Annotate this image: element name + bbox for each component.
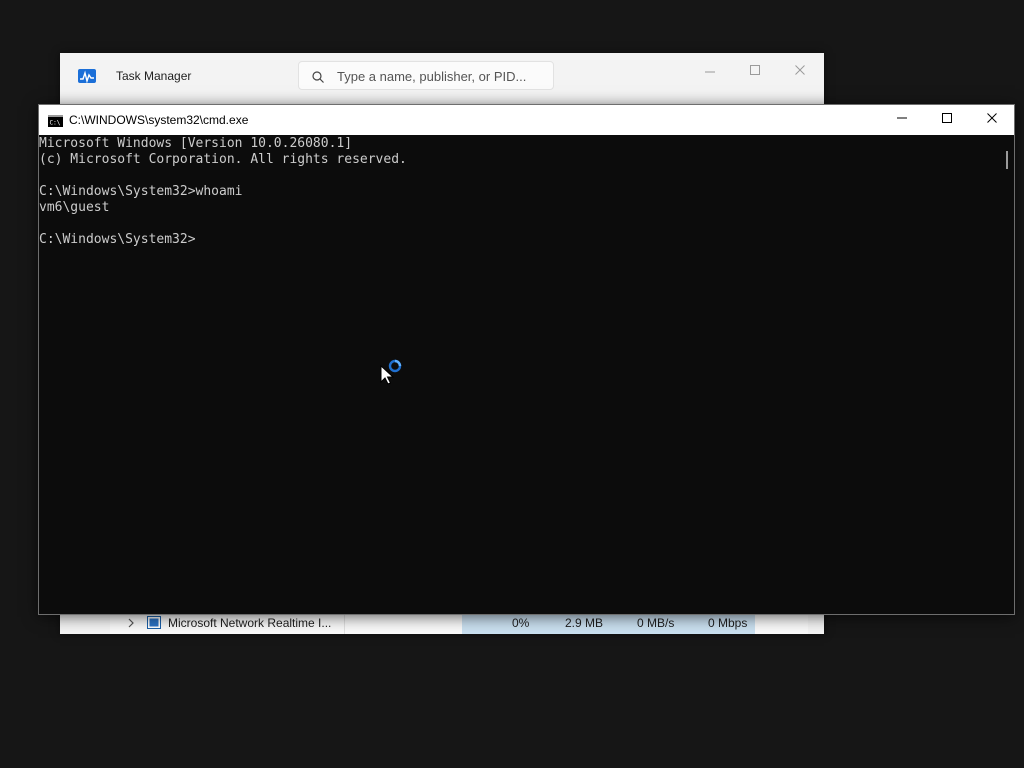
task-manager-titlebar: Task Manager (60, 53, 824, 101)
cmd-close-button[interactable] (969, 105, 1015, 135)
process-memory: 2.9 MB (565, 616, 604, 630)
console-line: (c) Microsoft Corporation. All rights re… (39, 152, 407, 167)
console-line: Microsoft Windows [Version 10.0.26080.1] (39, 136, 353, 151)
process-icon (147, 616, 161, 629)
minimize-icon (704, 63, 716, 81)
cmd-maximize-button[interactable] (924, 105, 970, 135)
console-line: vm6\guest (39, 200, 110, 215)
cmd-minimize-button[interactable] (879, 105, 925, 135)
cmd-window-title: C:\WINDOWS\system32\cmd.exe (69, 113, 249, 127)
task-manager-minimize-button[interactable] (688, 59, 732, 85)
task-manager-maximize-button[interactable] (733, 59, 777, 85)
console-line: C:\Windows\System32>whoami (39, 184, 243, 199)
task-manager-icon (78, 69, 96, 84)
console-prompt-line[interactable]: C:\Windows\System32> (39, 232, 999, 248)
scrollbar-thumb[interactable] (1006, 151, 1008, 169)
process-search-input[interactable] (337, 67, 547, 85)
process-network: 0 Mbps (708, 616, 748, 630)
process-search-box[interactable] (298, 61, 554, 90)
process-cpu: 0% (512, 616, 530, 630)
console-scrollbar[interactable] (1000, 135, 1014, 614)
task-manager-close-button[interactable] (778, 59, 822, 85)
process-name: Microsoft Network Realtime I... (168, 616, 332, 630)
chevron-right-icon[interactable] (126, 617, 136, 629)
process-disk: 0 MB/s (637, 616, 675, 630)
close-icon (794, 63, 806, 81)
console-output[interactable]: Microsoft Windows [Version 10.0.26080.1]… (39, 135, 999, 615)
task-manager-title: Task Manager (116, 69, 192, 83)
maximize-icon (941, 111, 953, 129)
minimize-icon (896, 111, 908, 129)
busy-cursor-icon (380, 358, 406, 386)
cmd-titlebar[interactable]: C:\ C:\WINDOWS\system32\cmd.exe (39, 105, 1014, 135)
svg-text:C:\: C:\ (50, 120, 61, 127)
close-icon (986, 111, 998, 129)
process-row[interactable]: Microsoft Network Realtime I... 0% 2.9 M… (110, 612, 808, 634)
search-icon (311, 70, 325, 84)
cmd-icon: C:\ (48, 114, 63, 127)
maximize-icon (749, 63, 761, 81)
cmd-window[interactable]: C:\ C:\WINDOWS\system32\cmd.exe Microsof… (38, 104, 1015, 615)
column-divider (344, 612, 345, 634)
